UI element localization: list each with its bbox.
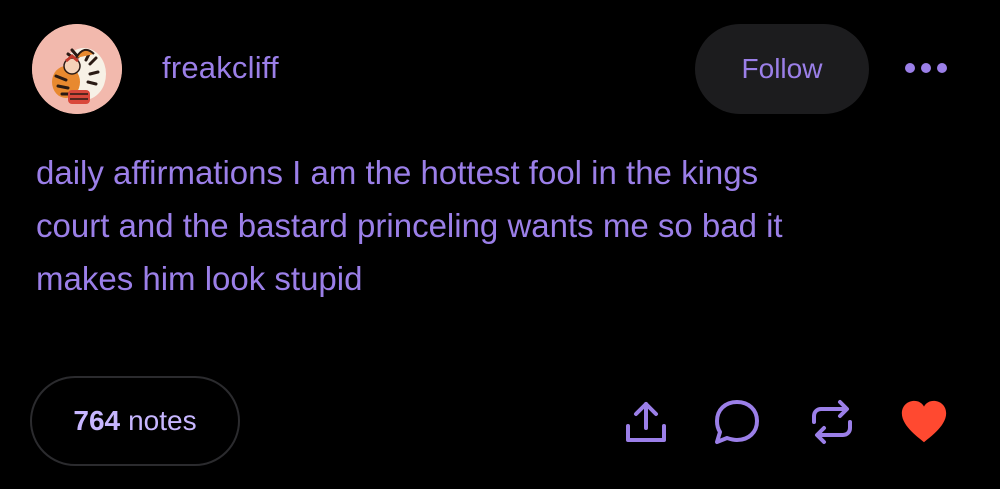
more-horizontal-icon bbox=[905, 63, 947, 73]
avatar[interactable] bbox=[32, 24, 122, 114]
reply-bubble-icon bbox=[715, 400, 759, 444]
share-button[interactable] bbox=[620, 396, 672, 448]
reply-button[interactable] bbox=[711, 396, 763, 448]
notes-button[interactable]: 764 notes bbox=[30, 376, 240, 466]
post-text-line: court and the bastard princeling wants m… bbox=[36, 207, 783, 244]
username-link[interactable]: freakcliff bbox=[162, 50, 279, 86]
heart-icon bbox=[901, 400, 947, 443]
like-button[interactable] bbox=[898, 396, 950, 448]
notes-count: 764 bbox=[73, 405, 121, 436]
post-text: daily affirmations I am the hottest fool… bbox=[36, 146, 936, 305]
post-card: freakcliff Follow daily affirmations I a… bbox=[0, 0, 1000, 489]
follow-button[interactable]: Follow bbox=[695, 24, 869, 114]
reblog-button[interactable] bbox=[806, 396, 858, 448]
post-text-line: daily affirmations I am the hottest fool… bbox=[36, 154, 759, 191]
reblog-icon bbox=[812, 400, 852, 444]
post-text-line: makes him look stupid bbox=[36, 260, 363, 297]
avatar-image bbox=[32, 24, 122, 114]
more-options-button[interactable] bbox=[898, 50, 954, 86]
share-icon bbox=[626, 402, 666, 442]
notes-label: notes bbox=[128, 405, 197, 436]
